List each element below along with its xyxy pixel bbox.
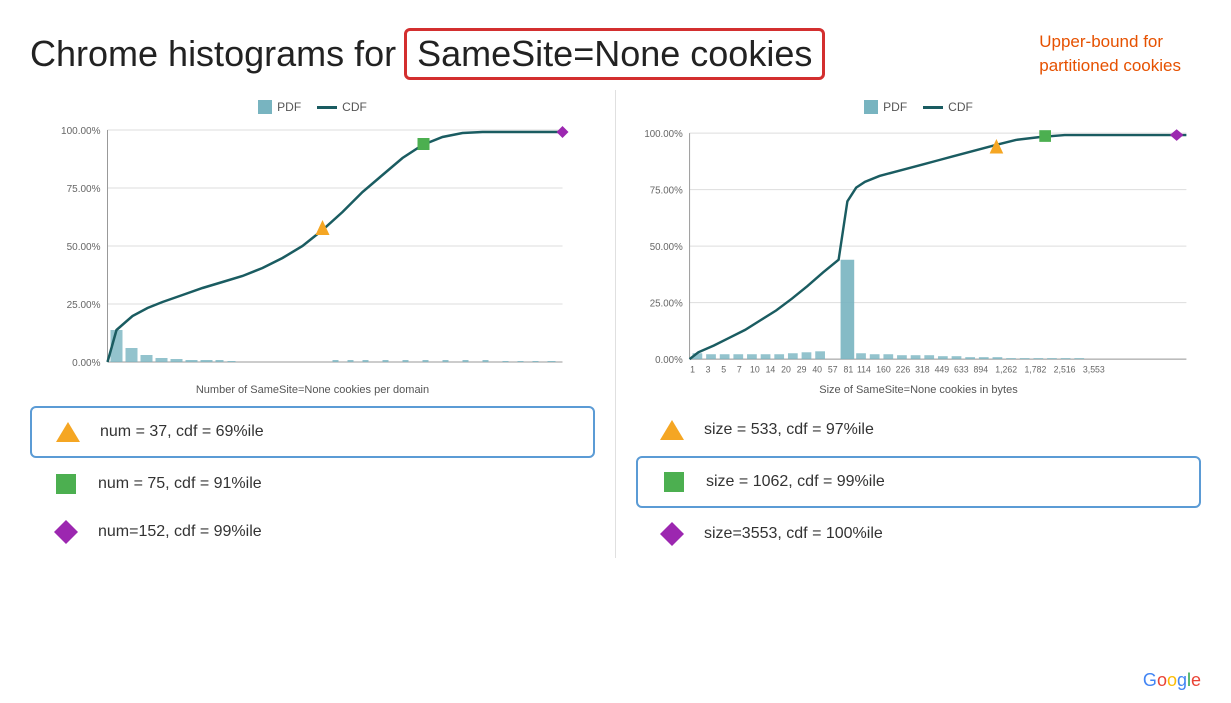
left-chart-label: Number of SameSite=None cookies per doma… — [30, 384, 595, 396]
svg-text:2,516: 2,516 — [1054, 365, 1076, 375]
svg-text:25.00%: 25.00% — [67, 300, 101, 311]
svg-text:160: 160 — [876, 365, 891, 375]
svg-text:7: 7 — [737, 365, 742, 375]
right-stat-3-text: size=3553, cdf = 100%ile — [704, 525, 883, 543]
annotation: Upper-bound for partitioned cookies — [1039, 30, 1181, 78]
svg-text:226: 226 — [896, 365, 911, 375]
svg-text:3,553: 3,553 — [1083, 365, 1105, 375]
right-stat-3: size=3553, cdf = 100%ile — [636, 510, 1201, 558]
right-cdf-label: CDF — [948, 100, 973, 114]
cdf-legend-icon — [317, 106, 337, 109]
svg-text:3: 3 — [706, 365, 711, 375]
svg-text:100.00%: 100.00% — [644, 129, 683, 140]
left-stat-1-icon — [52, 416, 84, 448]
annotation-line1: Upper-bound for — [1039, 30, 1181, 54]
svg-text:1,262: 1,262 — [995, 365, 1017, 375]
right-cdf-legend-item: CDF — [923, 100, 973, 114]
left-chart-section: PDF CDF 100.00% 75.00% 50.00% 25.00% 0.0… — [10, 90, 616, 558]
google-o2: o — [1167, 670, 1177, 690]
left-stat-2-icon — [50, 468, 82, 500]
svg-text:75.00%: 75.00% — [650, 186, 683, 197]
svg-text:100.00%: 100.00% — [61, 126, 101, 137]
right-stat-1: size = 533, cdf = 97%ile — [636, 406, 1201, 454]
right-chart-label: Size of SameSite=None cookies in bytes — [636, 384, 1201, 396]
svg-text:50.00%: 50.00% — [67, 242, 101, 253]
svg-text:14: 14 — [766, 365, 776, 375]
right-pdf-label: PDF — [883, 100, 907, 114]
svg-text:50.00%: 50.00% — [650, 242, 683, 253]
title-highlight: SameSite=None cookies — [404, 28, 825, 80]
right-stat-1-icon — [656, 414, 688, 446]
left-chart-area: 100.00% 75.00% 50.00% 25.00% 0.00% — [30, 120, 595, 380]
left-stat-1: num = 37, cdf = 69%ile — [30, 406, 595, 458]
svg-text:5: 5 — [721, 365, 726, 375]
right-cdf-icon — [923, 106, 943, 109]
svg-text:20: 20 — [781, 365, 791, 375]
google-g: G — [1143, 670, 1157, 690]
svg-text:114: 114 — [857, 365, 871, 375]
left-stat-1-text: num = 37, cdf = 69%ile — [100, 423, 264, 441]
left-chart-svg: 100.00% 75.00% 50.00% 25.00% 0.00% — [30, 120, 595, 380]
right-legend: PDF CDF — [636, 100, 1201, 114]
google-o1: o — [1157, 670, 1167, 690]
left-stat-3-text: num=152, cdf = 99%ile — [98, 523, 262, 541]
left-stat-2: num = 75, cdf = 91%ile — [30, 460, 595, 508]
right-stat-2: size = 1062, cdf = 99%ile — [636, 456, 1201, 508]
left-stat-3: num=152, cdf = 99%ile — [30, 508, 595, 556]
right-chart-area: 100.00% 75.00% 50.00% 25.00% 0.00% 1 3 5… — [636, 120, 1201, 380]
right-stat-2-icon — [658, 466, 690, 498]
left-stat-3-icon — [50, 516, 82, 548]
right-stat-2-text: size = 1062, cdf = 99%ile — [706, 473, 885, 491]
svg-text:449: 449 — [935, 365, 950, 375]
svg-text:40: 40 — [812, 365, 822, 375]
annotation-line2: partitioned cookies — [1039, 54, 1181, 78]
left-stats-box: num = 37, cdf = 69%ile num = 75, cdf = 9… — [30, 406, 595, 556]
svg-text:0.00%: 0.00% — [72, 358, 100, 369]
svg-text:81: 81 — [843, 365, 853, 375]
right-pdf-icon — [864, 100, 878, 114]
google-logo: Google — [1143, 670, 1201, 691]
pdf-legend-label: PDF — [277, 100, 301, 114]
title-prefix: Chrome histograms for — [30, 33, 396, 75]
right-stats-box: size = 533, cdf = 97%ile size = 1062, cd… — [636, 406, 1201, 558]
svg-text:10: 10 — [750, 365, 760, 375]
cdf-legend-label: CDF — [342, 100, 367, 114]
svg-text:25.00%: 25.00% — [650, 299, 683, 310]
right-stat-1-text: size = 533, cdf = 97%ile — [704, 421, 874, 439]
pdf-legend-item: PDF — [258, 100, 301, 114]
right-pdf-legend-item: PDF — [864, 100, 907, 114]
svg-text:75.00%: 75.00% — [67, 184, 101, 195]
charts-container: PDF CDF 100.00% 75.00% 50.00% 25.00% 0.0… — [0, 90, 1231, 558]
svg-text:894: 894 — [974, 365, 989, 375]
right-chart-svg: 100.00% 75.00% 50.00% 25.00% 0.00% 1 3 5… — [636, 120, 1201, 380]
google-e: e — [1191, 670, 1201, 690]
svg-text:318: 318 — [915, 365, 930, 375]
svg-text:1,782: 1,782 — [1024, 365, 1046, 375]
svg-text:0.00%: 0.00% — [655, 355, 683, 366]
svg-text:633: 633 — [954, 365, 969, 375]
svg-text:1: 1 — [690, 365, 695, 375]
google-g2: g — [1177, 670, 1187, 690]
left-stat-2-text: num = 75, cdf = 91%ile — [98, 475, 262, 493]
cdf-legend-item: CDF — [317, 100, 367, 114]
svg-text:29: 29 — [797, 365, 807, 375]
right-chart-section: PDF CDF 100.00% 75.00% 50.00% 25.00% 0.0… — [616, 90, 1221, 558]
pdf-legend-icon — [258, 100, 272, 114]
svg-text:57: 57 — [828, 365, 838, 375]
left-legend: PDF CDF — [30, 100, 595, 114]
right-stat-3-icon — [656, 518, 688, 550]
